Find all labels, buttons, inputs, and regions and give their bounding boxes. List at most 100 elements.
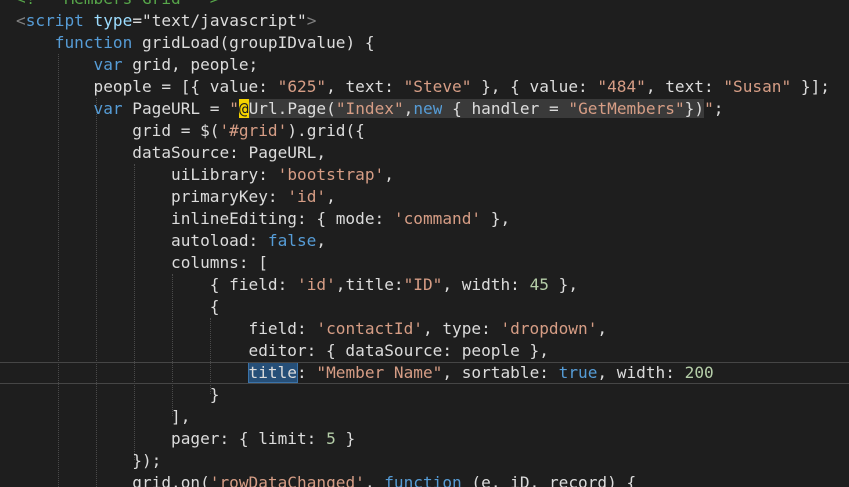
code-token: < (16, 11, 26, 30)
code-token: editor: { dataSource: people }, (16, 341, 549, 360)
code-token: 'contactId' (316, 319, 423, 338)
code-line[interactable]: editor: { dataSource: people }, (16, 340, 849, 362)
code-token: { (16, 297, 220, 316)
code-token: 5 (326, 429, 336, 448)
code-token: }, (481, 209, 511, 228)
code-token: grid.on( (16, 473, 210, 487)
code-token: 200 (684, 363, 714, 382)
code-token: "Member Name" (316, 363, 443, 382)
code-token: }, (548, 275, 579, 294)
code-token: function (384, 473, 462, 487)
code-token: , text: (326, 77, 404, 96)
code-token: : (297, 363, 317, 382)
code-token: , width: (442, 275, 530, 294)
code-token: 'id' (287, 187, 327, 206)
code-line[interactable]: function gridLoad(groupIDvalue) { (16, 32, 849, 54)
code-token: @ (238, 99, 249, 118)
code-token: "ID" (403, 275, 443, 294)
code-token: true (558, 363, 598, 382)
code-token: 'bootstrap' (277, 165, 385, 184)
code-token: gridLoad(groupIDvalue) { (132, 33, 375, 52)
code-line[interactable]: inlineEditing: { mode: 'command' }, (16, 208, 849, 230)
code-token: 45 (529, 275, 549, 294)
code-token: grid, people; (122, 55, 259, 74)
code-line[interactable]: pager: { limit: 5 } (16, 428, 849, 450)
code-line[interactable]: <script type="text/javascript"> (16, 10, 849, 32)
code-line[interactable]: var PageURL = "@Url.Page("Index",new { h… (16, 98, 849, 120)
code-token: , (326, 187, 336, 206)
code-token: var (93, 55, 123, 74)
code-token: "Steve" (403, 77, 472, 96)
code-token: type (93, 11, 133, 30)
code-token: autoload: (16, 231, 268, 250)
code-token: 'dropdown' (500, 319, 598, 338)
code-line[interactable]: field: 'contactId', type: 'dropdown', (16, 318, 849, 340)
code-token: title (247, 362, 299, 383)
code-line[interactable]: uiLibrary: 'bootstrap', (16, 164, 849, 186)
code-token: , (364, 473, 385, 487)
code-token: Url.Page( (248, 99, 336, 118)
code-line[interactable]: var grid, people; (16, 54, 849, 76)
code-token: , width: (597, 363, 685, 382)
code-line[interactable]: } (16, 384, 849, 406)
code-line[interactable]: autoload: false, (16, 230, 849, 252)
code-token: function (54, 33, 133, 52)
code-token: "484" (597, 77, 646, 96)
code-token: { field: (16, 275, 297, 294)
code-token: <!-- Members Grid --> (16, 0, 219, 8)
code-line[interactable]: primaryKey: 'id', (16, 186, 849, 208)
code-line[interactable]: grid.on('rowDataChanged', function (e, i… (16, 472, 849, 487)
code-token: inlineEditing: { mode: (16, 209, 394, 228)
code-token: 'id' (297, 275, 336, 294)
code-token: field: (16, 319, 317, 338)
code-token: primaryKey: (16, 187, 288, 206)
code-token: uiLibrary: (16, 165, 278, 184)
code-token: "625" (277, 77, 327, 96)
code-token: > (306, 11, 317, 30)
code-line[interactable]: ], (16, 406, 849, 428)
code-token: "GetMembers" (568, 99, 685, 118)
code-line[interactable]: columns: [ (16, 252, 849, 274)
code-token: ,title: (335, 275, 404, 294)
code-token: " (229, 99, 239, 118)
code-token: new (413, 99, 443, 118)
code-token: pager: { limit: (16, 429, 327, 448)
code-token: }, { value: (471, 77, 598, 96)
code-token: }); (16, 451, 162, 470)
code-token: , (316, 231, 327, 250)
code-token: false (267, 231, 317, 250)
code-token: , (403, 99, 414, 118)
code-token: } (16, 385, 220, 404)
code-token: }]; (791, 77, 830, 96)
code-line[interactable]: people = [{ value: "625", text: "Steve" … (16, 76, 849, 98)
code-token: '#grid' (219, 121, 288, 140)
code-line[interactable]: title: "Member Name", sortable: true, wi… (0, 362, 849, 384)
code-token: columns: [ (16, 253, 268, 272)
code-token: } (335, 429, 356, 448)
code-token: "Index" (335, 99, 404, 118)
code-token: ).grid({ (287, 121, 365, 140)
code-token: { handler = (442, 99, 569, 118)
code-line[interactable]: <!-- Members Grid --> (16, 0, 849, 10)
code-line[interactable]: }); (16, 450, 849, 472)
code-token: grid = $( (16, 121, 220, 140)
code-token: "text/javascript" (142, 11, 307, 30)
code-token: " (704, 99, 714, 118)
code-line[interactable]: { (16, 296, 849, 318)
code-token: , (384, 165, 394, 184)
code-editor[interactable]: <!-- Members Grid --> <script type="text/… (0, 0, 849, 487)
code-line[interactable]: dataSource: PageURL, (16, 142, 849, 164)
code-lines: <!-- Members Grid --> <script type="text/… (0, 0, 849, 487)
code-token: ; (713, 99, 724, 118)
code-line[interactable]: { field: 'id',title:"ID", width: 45 }, (16, 274, 849, 296)
code-token: 'rowDataChanged' (209, 473, 365, 487)
code-line[interactable]: grid = $('#grid').grid({ (16, 120, 849, 142)
code-token: , text: (645, 77, 724, 96)
code-token: , type: (422, 319, 501, 338)
code-token: , (597, 319, 608, 338)
code-token: var (93, 99, 123, 118)
